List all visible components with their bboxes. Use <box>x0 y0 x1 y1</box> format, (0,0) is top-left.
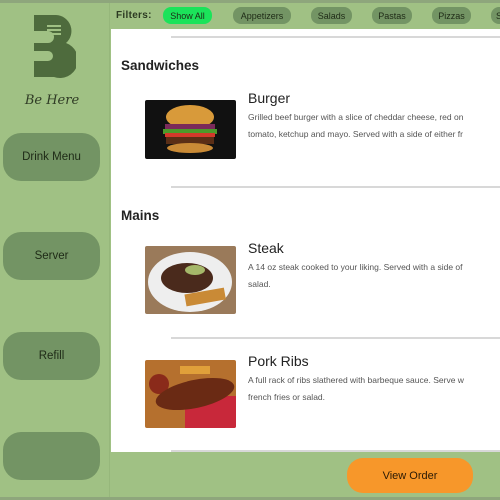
item-name: Burger <box>248 90 291 106</box>
item-description: Grilled beef burger with a slice of ched… <box>248 109 463 143</box>
filter-appetizers[interactable]: Appetizers <box>233 7 291 24</box>
filter-pizzas[interactable]: Pizzas <box>432 7 471 24</box>
item-description: A full rack of ribs slathered with barbe… <box>248 372 464 406</box>
filters-label: Filters: <box>116 10 152 21</box>
brand-name: Be Here <box>24 93 80 108</box>
burger-image[interactable] <box>145 100 236 159</box>
item-name: Pork Ribs <box>248 353 309 369</box>
filter-salads[interactable]: Salads <box>311 7 352 24</box>
menu-list: Sandwiches Burger Grilled beef burger wi… <box>111 29 500 452</box>
item-description: A 14 oz steak cooked to your liking. Ser… <box>248 259 463 293</box>
filter-show-all[interactable]: Show All <box>163 7 212 24</box>
sidebar: Be Here Drink Menu Server Refill <box>0 3 110 497</box>
filter-bar: Filters: Show All Appetizers Salads Past… <box>111 3 500 29</box>
divider <box>171 186 500 188</box>
steak-image[interactable] <box>145 246 236 314</box>
section-title: Mains <box>121 208 160 223</box>
desc-line: A full rack of ribs slathered with barbe… <box>248 375 464 385</box>
desc-line: salad. <box>248 279 271 289</box>
section-title: Sandwiches <box>121 58 200 73</box>
bottom-bar: View Order <box>111 452 500 497</box>
desc-line: french fries or salad. <box>248 392 326 402</box>
filter-pastas[interactable]: Pastas <box>372 7 412 24</box>
refill-button[interactable]: Refill <box>3 332 100 380</box>
pork-ribs-image[interactable] <box>145 360 236 428</box>
drink-menu-button[interactable]: Drink Menu <box>3 133 100 181</box>
divider <box>171 36 500 38</box>
divider <box>171 337 500 339</box>
view-order-button[interactable]: View Order <box>347 458 473 493</box>
filter-partial[interactable]: S <box>491 7 500 24</box>
desc-line: Grilled beef burger with a slice of ched… <box>248 112 464 122</box>
blank-button[interactable] <box>3 432 100 480</box>
restaurant-logo-icon <box>34 15 76 79</box>
desc-line: A 14 oz steak cooked to your liking. Ser… <box>248 262 463 272</box>
item-name: Steak <box>248 240 284 256</box>
desc-line: tomato, ketchup and mayo. Served with a … <box>248 129 463 139</box>
server-button[interactable]: Server <box>3 232 100 280</box>
